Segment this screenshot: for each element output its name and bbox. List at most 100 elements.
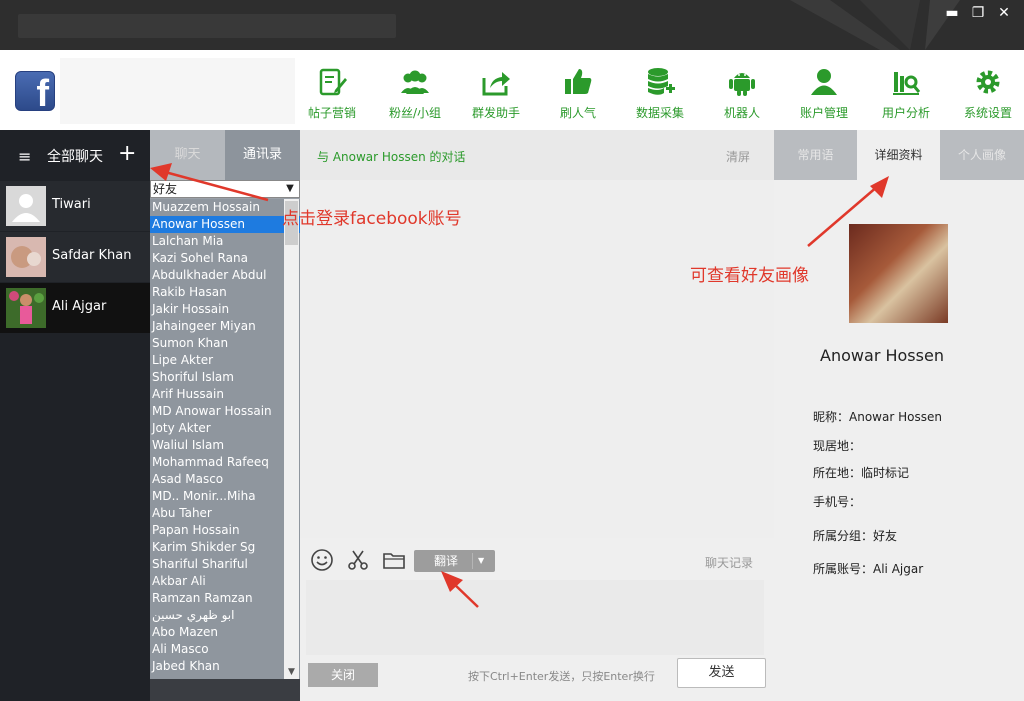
tab-address-book[interactable]: 通讯录	[225, 130, 300, 180]
toolbar-item-fans-groups[interactable]: 粉丝/小组	[375, 50, 455, 130]
friend-list-item[interactable]: Jahaingeer Miyan	[150, 318, 300, 335]
field-residence: 现居地：	[813, 439, 862, 453]
field-group: 所属分组：好友	[813, 529, 898, 543]
tab-details[interactable]: 详细资料	[857, 130, 940, 180]
translate-button[interactable]: 翻译 ▼	[414, 550, 495, 572]
scissors-icon[interactable]	[346, 548, 370, 572]
send-button[interactable]: 发送	[677, 658, 766, 688]
analytics-icon	[893, 72, 921, 95]
friend-list-item[interactable]: Sumon Khan	[150, 335, 300, 352]
friend-group-select[interactable]: 好友 ▼	[150, 180, 300, 198]
main-toolbar: f 帖子营销 粉丝/小组 群发助手 刷人气 数据采集 机器人 账户管理 用户分析…	[0, 50, 1024, 130]
tab-chat[interactable]: 聊天	[150, 130, 225, 180]
contact-name: Ali Ajgar	[52, 299, 107, 314]
annotation-login-hint: 点击登录facebook账号	[282, 209, 462, 229]
toolbar-item-bulk-send[interactable]: 群发助手	[456, 50, 536, 130]
friend-list-item[interactable]: Rakib Hasan	[150, 284, 300, 301]
toolbar-label: 数据采集	[635, 106, 684, 120]
toolbar-item-system-settings[interactable]: 系统设置	[948, 50, 1024, 130]
friend-list-item[interactable]: Joty Akter	[150, 420, 300, 437]
message-input[interactable]	[306, 580, 764, 655]
friend-list-item[interactable]: Asad Masco	[150, 471, 300, 488]
toolbar-label: 群发助手	[471, 106, 520, 120]
friend-list-item[interactable]: MD Anowar Hossain	[150, 403, 300, 420]
scroll-down-icon[interactable]: ▼	[284, 665, 299, 679]
emoji-icon[interactable]	[310, 548, 334, 572]
friend-list-item[interactable]: Shoriful Islam	[150, 369, 300, 386]
toolbar-label: 帖子营销	[307, 106, 356, 120]
toolbar-item-user-analysis[interactable]: 用户分析	[866, 50, 946, 130]
chevron-down-icon[interactable]: ▼	[478, 550, 484, 572]
friend-list-item[interactable]: Arif Hussain	[150, 386, 300, 403]
friend-list-item[interactable]: Abu Taher	[150, 505, 300, 522]
folder-icon[interactable]	[382, 548, 406, 572]
android-icon	[729, 73, 755, 96]
thumbs-up-icon	[565, 69, 592, 94]
friend-list-item[interactable]: MD.. Monir...Miha	[150, 488, 300, 505]
title-bar: ▬ ❐ ✕	[0, 0, 1024, 50]
contact-avatar	[6, 237, 46, 277]
friend-list-item[interactable]: Akbar Ali	[150, 573, 300, 590]
close-button[interactable]: ✕	[994, 4, 1014, 22]
field-location: 所在地：临时标记	[813, 466, 910, 480]
menu-icon[interactable]: ≡	[18, 147, 31, 166]
friend-list-item[interactable]: Jakir Hossain	[150, 301, 300, 318]
facebook-logo-icon[interactable]: f	[15, 71, 55, 114]
tab-common-phrases[interactable]: 常用语	[774, 130, 857, 180]
friend-list-item[interactable]: Jabed Khan	[150, 658, 300, 675]
field-phone: 手机号：	[813, 495, 862, 509]
default-avatar-icon	[6, 186, 46, 226]
toolbar-label: 系统设置	[963, 106, 1012, 120]
clear-screen-button[interactable]: 清屏	[726, 148, 750, 165]
friend-list-item[interactable]: Lalchan Mia	[150, 233, 300, 250]
friend-list-item[interactable]: Abo Mazen	[150, 624, 300, 641]
close-chat-button[interactable]: 关闭	[308, 663, 378, 687]
friend-list-item[interactable]: Lipe Akter	[150, 352, 300, 369]
contact-avatar	[6, 288, 46, 328]
contact-item[interactable]: Safdar Khan	[0, 232, 150, 282]
chat-history-link[interactable]: 聊天记录	[705, 554, 753, 571]
friend-list: Muazzem Hossain Anowar Hossen Lalchan Mia K…	[150, 199, 300, 679]
minimize-button[interactable]: ▬	[942, 4, 962, 22]
friend-list-item[interactable]: Kazi Sohel Rana	[150, 250, 300, 267]
restore-button[interactable]: ❐	[968, 4, 988, 22]
edit-post-icon	[319, 68, 347, 96]
friend-list-item[interactable]: Waliul Islam	[150, 437, 300, 454]
annotation-avatar-hint: 可查看好友画像	[690, 266, 809, 286]
toolbar-item-data-collection[interactable]: 数据采集	[620, 50, 700, 130]
tab-persona[interactable]: 个人画像	[940, 130, 1024, 180]
toolbar-label: 账户管理	[799, 106, 848, 120]
contact-name: Safdar Khan	[52, 248, 132, 263]
toolbar-label: 机器人	[723, 106, 760, 120]
chat-sidebar: ≡ 全部聊天 + Tiwari Safdar Khan Ali Ajgar	[0, 130, 150, 701]
message-area	[300, 180, 774, 538]
toolbar-item-account-management[interactable]: 账户管理	[784, 50, 864, 130]
contact-item[interactable]: Tiwari	[0, 181, 150, 231]
toolbar-item-boost-popularity[interactable]: 刷人气	[538, 50, 618, 130]
contact-item-active[interactable]: Ali Ajgar	[0, 283, 150, 333]
friend-list-item[interactable]: Ramzan Ramzan	[150, 590, 300, 607]
input-toolbar: 翻译 ▼ 聊天记录	[300, 538, 774, 580]
add-chat-button[interactable]: +	[118, 141, 136, 166]
profile-photo[interactable]	[849, 224, 948, 323]
friend-list-item[interactable]: Karim Shikder Sg	[150, 539, 300, 556]
gear-icon	[976, 70, 1000, 94]
group-icon	[401, 70, 429, 94]
contacts-column: 聊天 通讯录 好友 ▼ Muazzem Hossain Anowar Hossen…	[150, 130, 300, 701]
friend-list-item-selected[interactable]: Anowar Hossen	[150, 216, 300, 233]
friend-list-item[interactable]: Papan Hossain	[150, 522, 300, 539]
database-icon	[648, 68, 675, 95]
toolbar-label: 粉丝/小组	[388, 106, 442, 120]
toolbar-item-post-marketing[interactable]: 帖子营销	[292, 50, 372, 130]
friend-list-item[interactable]: Abdulkhader Abdul	[150, 267, 300, 284]
friend-list-item[interactable]: Ali Masco	[150, 641, 300, 658]
friend-list-item[interactable]: Mohammad Rafeeq	[150, 454, 300, 471]
friend-list-item[interactable]: ابو ظهري حسين	[150, 607, 300, 624]
friend-list-item[interactable]: Shariful Shariful	[150, 556, 300, 573]
friend-list-item[interactable]: Muazzem Hossain	[150, 199, 300, 216]
window-title-placeholder	[18, 14, 396, 38]
friend-list-scrollbar[interactable]: ▼	[284, 199, 299, 679]
contact-name: Tiwari	[52, 197, 91, 212]
toolbar-item-robot[interactable]: 机器人	[702, 50, 782, 130]
chevron-down-icon: ▼	[286, 183, 294, 194]
